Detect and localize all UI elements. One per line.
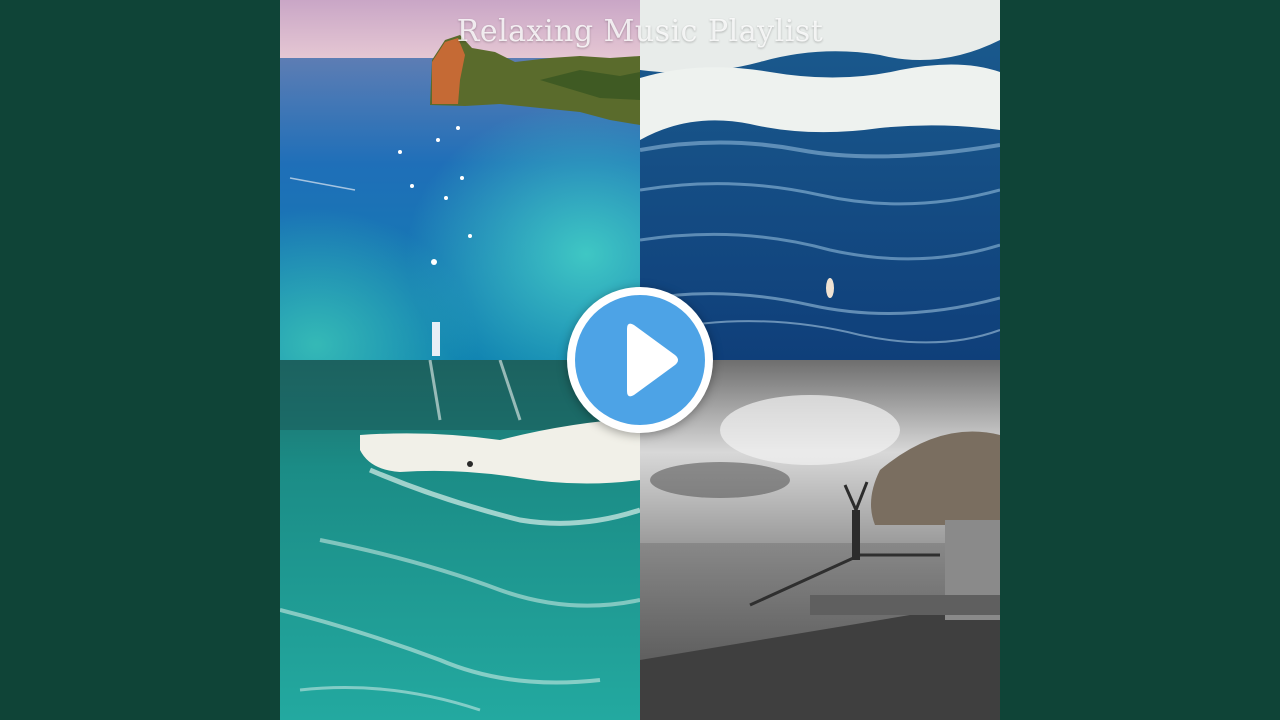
play-button-circle <box>575 295 705 425</box>
play-button[interactable] <box>567 287 713 433</box>
video-player[interactable]: Relaxing Music Playlist <box>0 0 1280 720</box>
play-icon <box>627 323 678 397</box>
